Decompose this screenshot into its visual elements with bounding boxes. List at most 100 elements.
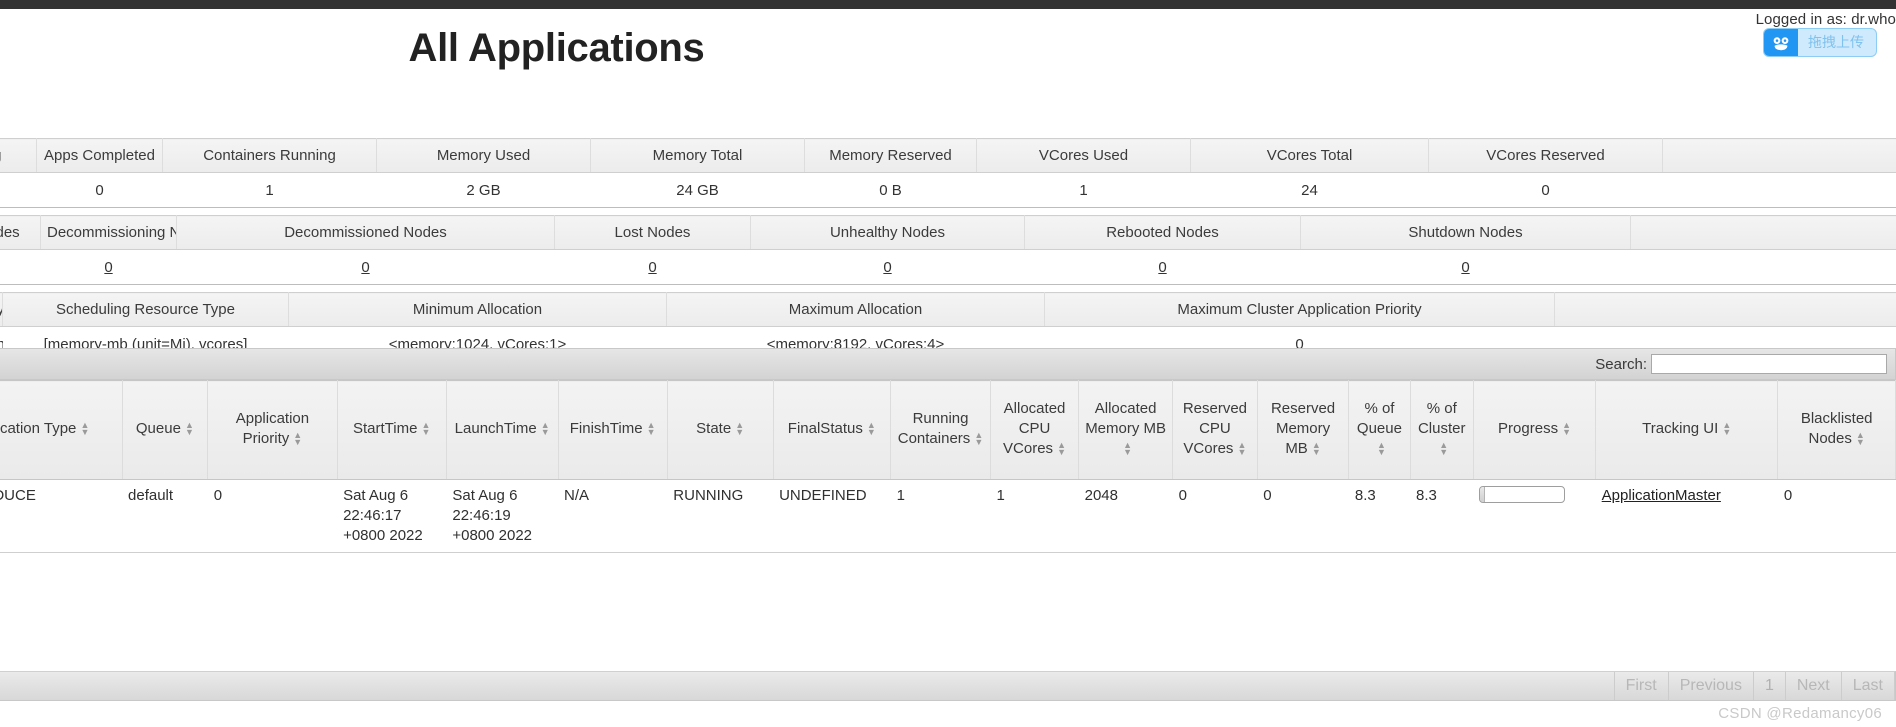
applications-table: ID User Name Application Type▲▼ Queue▲▼ … [0, 380, 1896, 553]
pagination-next[interactable]: Next [1784, 672, 1841, 700]
scheduler-metric-header: Scheduling Resource Type [2, 292, 289, 327]
column-header-application-priority[interactable]: Application Priority ▲ ▼ [207, 380, 338, 480]
applications-datatable: Search: cation Type ▲ ▼ Queue ▲ ▼ Applic… [0, 348, 1896, 553]
column-header-finishtime[interactable]: FinishTime ▲ ▼ [557, 380, 668, 480]
column-header-reserved-memory-mb[interactable]: Reserved Memory MB ▲ ▼ [1256, 380, 1350, 480]
cell-reserved-cpu-vcores: 0 [1172, 479, 1258, 553]
sort-icon[interactable]: ▲ ▼ [1237, 441, 1246, 457]
sort-icon[interactable]: ▲ ▼ [421, 421, 430, 437]
sort-icon[interactable]: ▲ ▼ [80, 421, 89, 437]
cell-starttime: Sat Aug 6 22:46:17 +0800 2022 [337, 479, 447, 553]
cluster-metric-header: Memory Reserved [804, 138, 977, 173]
column-header-allocated-cpu-vcores[interactable]: Allocated CPU VCores ▲ ▼ [989, 380, 1080, 480]
decommissioning-nodes-link[interactable]: 0 [104, 259, 112, 276]
csdn-watermark: CSDN @Redamancy06 [1718, 705, 1882, 722]
column-header-queue[interactable]: Queue ▲ ▼ [121, 380, 209, 480]
cell-running-containers: 1 [890, 479, 991, 553]
cluster-metric-header: Memory Used [376, 138, 591, 173]
cluster-metric-header: Running [0, 138, 37, 173]
cluster-metric-value: 0 B [804, 172, 977, 208]
column-header-running-containers[interactable]: Running Containers ▲ ▼ [890, 380, 991, 480]
nodes-metric-header: Active Nodes [0, 215, 41, 250]
scheduler-metric-header: Maximum Allocation [666, 292, 1045, 327]
sort-icon[interactable]: ▲ ▼ [1562, 421, 1571, 437]
column-header-label: Reserved Memory MB [1270, 400, 1336, 457]
column-header-pct-of-cluster[interactable]: % of Cluster ▲ ▼ [1409, 380, 1474, 480]
nodes-metrics-value-row: 3 0 0 0 0 0 0 [0, 249, 1896, 285]
cluster-metric-value: 24 [1190, 172, 1429, 208]
pagination-first[interactable]: First [1613, 672, 1668, 700]
nodes-metric-value[interactable]: 0 [554, 249, 751, 285]
cluster-metrics-header-row: Running Apps Completed Containers Runnin… [0, 138, 1896, 173]
cluster-metrics-value-row: 1 0 1 2 GB 24 GB 0 B 1 24 0 [0, 172, 1896, 208]
sort-icon[interactable]: ▲ ▼ [1377, 441, 1386, 457]
nodes-metric-value[interactable]: 0 [1300, 249, 1631, 285]
page-title: All Applications [408, 26, 705, 70]
column-header-finalstatus[interactable]: FinalStatus ▲ ▼ [772, 380, 892, 480]
rebooted-nodes-link[interactable]: 0 [1158, 259, 1166, 276]
search-label: Search: [1595, 355, 1647, 373]
sort-icon[interactable]: ▲ ▼ [185, 421, 194, 437]
sort-icon[interactable]: ▲ ▼ [1439, 441, 1448, 457]
sort-icon[interactable]: ▲ ▼ [1312, 441, 1321, 457]
cell-allocated-cpu-vcores: 1 [990, 479, 1079, 553]
sort-icon[interactable]: ▲ ▼ [1722, 421, 1731, 437]
sort-icon[interactable]: ▲ ▼ [1057, 441, 1066, 457]
sort-icon[interactable]: ▲ ▼ [1856, 431, 1865, 447]
column-header-label: Application Type [0, 420, 77, 437]
column-header-application-type[interactable]: Application Type▲▼ [0, 380, 123, 480]
nodes-metric-value[interactable]: 3 [0, 249, 41, 285]
column-header-pct-of-queue[interactable]: % of Queue ▲ ▼ [1348, 380, 1411, 480]
lost-nodes-link[interactable]: 0 [648, 259, 656, 276]
baidu-netdisk-icon [1764, 29, 1798, 56]
column-header-starttime[interactable]: StartTime ▲ ▼ [336, 380, 447, 480]
pagination-page-1[interactable]: 1 [1752, 672, 1785, 700]
sort-icon[interactable]: ▲ ▼ [293, 431, 302, 447]
column-header-tracking-ui[interactable]: Tracking UI ▲ ▼ [1595, 380, 1779, 480]
column-header-state[interactable]: State ▲ ▼ [666, 380, 774, 480]
cell-state: RUNNING [667, 479, 774, 553]
baidu-netdisk-upload-widget[interactable]: 拖拽上传 [1764, 29, 1876, 56]
shutdown-nodes-link[interactable]: 0 [1461, 259, 1469, 276]
sort-icon[interactable]: ▲ ▼ [541, 421, 550, 437]
nodes-metric-value[interactable]: 0 [1024, 249, 1301, 285]
pagination-previous[interactable]: Previous [1667, 672, 1753, 700]
sort-icon[interactable]: ▲ ▼ [1123, 441, 1132, 457]
cluster-metric-value-spacer [1662, 172, 1896, 208]
application-master-link[interactable]: ApplicationMaster [1602, 487, 1721, 504]
column-header-launchtime[interactable]: LaunchTime ▲ ▼ [445, 380, 559, 480]
nodes-metric-value[interactable]: 0 [176, 249, 555, 285]
progress-bar-fill [1480, 487, 1485, 502]
cluster-metric-header: Containers Running [162, 138, 377, 173]
cluster-metric-header: VCores Total [1190, 138, 1429, 173]
sort-icon[interactable]: ▲ ▼ [974, 431, 983, 447]
sort-icon[interactable]: ▲ ▼ [867, 421, 876, 437]
nodes-metric-header: Decommissioning Nodes [40, 215, 177, 250]
nodes-metric-header: Shutdown Nodes [1300, 215, 1631, 250]
progress-bar [1479, 486, 1566, 503]
cluster-metric-value: 1 [976, 172, 1191, 208]
nodes-metric-value[interactable]: 0 [40, 249, 177, 285]
cluster-metric-header: VCores Reserved [1428, 138, 1663, 173]
sort-icon[interactable]: ▲ ▼ [647, 421, 656, 437]
nodes-metric-value[interactable]: 0 [750, 249, 1025, 285]
sort-icon[interactable]: ▲ ▼ [735, 421, 744, 437]
cell-launchtime: Sat Aug 6 22:46:19 +0800 2022 [446, 479, 558, 553]
column-header-allocated-memory-mb[interactable]: Allocated Memory MB ▲ ▼ [1078, 380, 1174, 480]
column-header-reserved-cpu-vcores[interactable]: Reserved CPU VCores ▲ ▼ [1172, 380, 1258, 480]
cluster-metric-value: 0 [1428, 172, 1663, 208]
applications-table-header-row: ID User Name Application Type▲▼ Queue▲▼ … [0, 380, 1896, 480]
column-header-label: Progress [1498, 420, 1559, 437]
scheduler-metric-header: Maximum Cluster Application Priority [1044, 292, 1555, 327]
column-header-progress[interactable]: Progress ▲ ▼ [1472, 380, 1597, 480]
column-header-label: FinishTime [569, 420, 643, 437]
cell-tracking-ui[interactable]: ApplicationMaster [1595, 479, 1778, 553]
decommissioned-nodes-link[interactable]: 0 [361, 259, 369, 276]
scheduler-metrics-header-row: Scheduler Type Scheduling Resource Type … [0, 292, 1896, 327]
table-row[interactable]: MAPREDUCE default 0 Sat Aug 6 22:46:17 +… [0, 479, 1896, 553]
unhealthy-nodes-link[interactable]: 0 [883, 259, 891, 276]
pagination-last[interactable]: Last [1840, 672, 1895, 700]
column-header-label: State [696, 420, 732, 437]
search-input[interactable] [1651, 354, 1887, 374]
column-header-blacklisted-nodes[interactable]: Blacklisted Nodes ▲ ▼ [1777, 380, 1896, 480]
